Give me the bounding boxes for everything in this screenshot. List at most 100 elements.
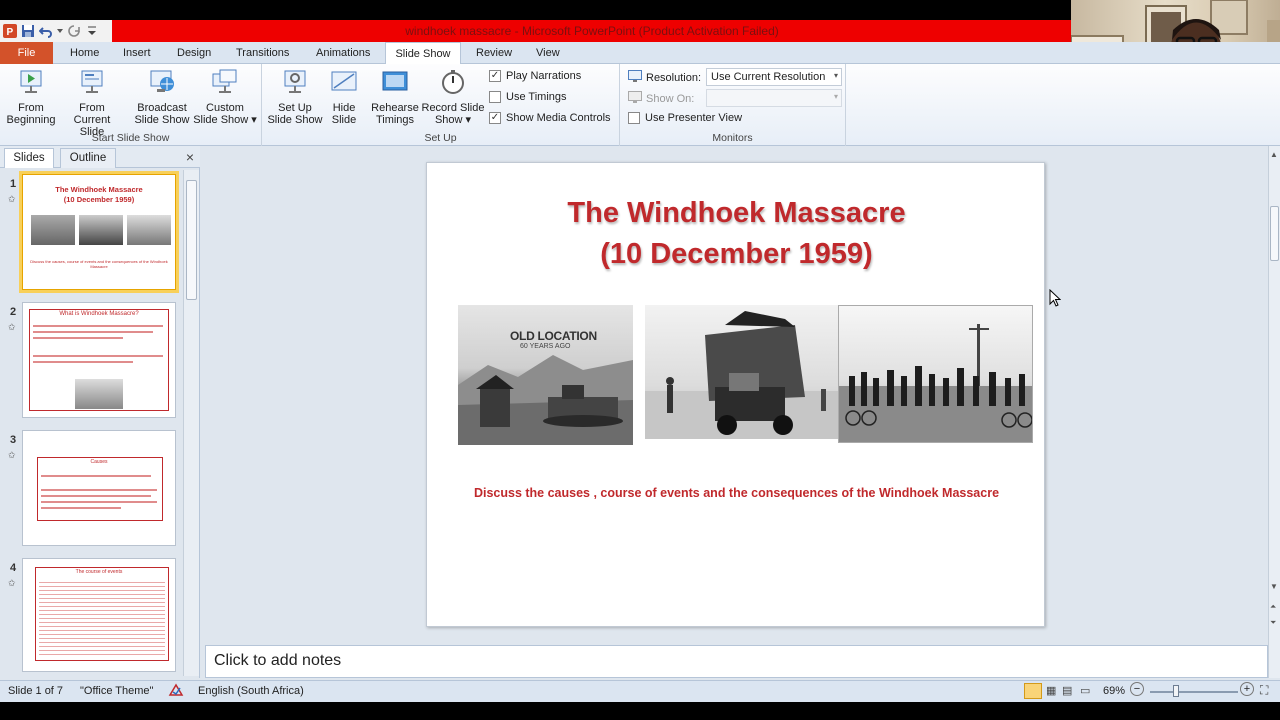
svg-text:P: P bbox=[7, 27, 14, 38]
custom-slide-show-button[interactable]: Custom Slide Show ▾ bbox=[193, 68, 257, 126]
show-on-row: Show On: bbox=[628, 91, 694, 106]
show-on-icon bbox=[628, 91, 642, 106]
normal-view-icon[interactable] bbox=[1024, 683, 1042, 699]
transition-star-icon: ✩ bbox=[8, 450, 16, 460]
transition-star-icon: ✩ bbox=[8, 322, 16, 332]
show-media-controls-checkbox[interactable]: ✓ Show Media Controls bbox=[489, 112, 611, 124]
scroll-down-icon[interactable]: ▼ bbox=[1270, 582, 1278, 591]
slide-photo-truck[interactable] bbox=[645, 305, 839, 439]
zoom-level[interactable]: 69% bbox=[1103, 685, 1125, 697]
fit-slide-icon[interactable]: ⛶ bbox=[1260, 683, 1268, 698]
slide-number: 4 bbox=[10, 562, 17, 574]
tab-insert[interactable]: Insert bbox=[121, 42, 153, 64]
rehearse-timings-icon bbox=[381, 68, 409, 96]
rehearse-timings-button[interactable]: Rehearse Timings bbox=[370, 68, 420, 126]
custom-label-1: Custom bbox=[206, 102, 244, 114]
hide-slide-button[interactable]: Hide Slide bbox=[327, 68, 361, 126]
thumbnails-scroll-thumb[interactable] bbox=[186, 180, 197, 300]
thumbnails-scrollbar[interactable] bbox=[183, 170, 199, 676]
tab-slide-show[interactable]: Slide Show bbox=[385, 42, 461, 65]
customize-qat-icon[interactable] bbox=[85, 24, 99, 38]
tab-view[interactable]: View bbox=[534, 42, 562, 64]
use-timings-label: Use Timings bbox=[506, 91, 567, 103]
tab-outline[interactable]: Outline bbox=[60, 148, 116, 168]
hide-slide-icon bbox=[330, 68, 358, 96]
slide-photo-old-location[interactable]: OLD LOCATION 60 YEARS AGO bbox=[458, 305, 633, 445]
group-name-set-up: Set Up bbox=[424, 132, 457, 144]
show-media-controls-label: Show Media Controls bbox=[506, 112, 611, 124]
slide-sorter-icon[interactable]: ▦ bbox=[1046, 684, 1056, 697]
from-beginning-label-2: Beginning bbox=[6, 114, 56, 126]
photo-caption-2: 60 YEARS AGO bbox=[520, 343, 571, 350]
scroll-up-icon[interactable]: ▲ bbox=[1270, 150, 1278, 159]
resolution-dropdown[interactable]: Use Current Resolution ▾ bbox=[706, 68, 842, 86]
from-beginning-label-1: From bbox=[18, 102, 44, 114]
tab-home[interactable]: Home bbox=[68, 42, 101, 64]
language[interactable]: English (South Africa) bbox=[198, 685, 304, 697]
slide-show-view-icon[interactable]: ▭ bbox=[1080, 684, 1090, 697]
close-pane-icon[interactable]: × bbox=[186, 149, 194, 165]
editor-scrollbar[interactable]: ▲ ▼ ⏶ ⏷ bbox=[1268, 146, 1280, 678]
record-slide-show-button[interactable]: Record Slide Show ▾ bbox=[420, 68, 486, 126]
status-bar: Slide 1 of 7 "Office Theme" English (Sou… bbox=[0, 680, 1280, 702]
window-title: windhoek massacre - Microsoft PowerPoint… bbox=[405, 24, 779, 38]
notes-placeholder: Click to add notes bbox=[214, 652, 342, 669]
redo-icon[interactable] bbox=[67, 24, 81, 38]
reading-view-icon[interactable]: ▤ bbox=[1062, 684, 1072, 697]
undo-dropdown-icon[interactable] bbox=[57, 24, 63, 38]
slides-pane: Slides Outline × 1 ✩ The Windhoek Massac… bbox=[0, 146, 200, 678]
slide-title-line-1[interactable]: The Windhoek Massacre bbox=[427, 197, 1046, 230]
save-icon[interactable] bbox=[21, 24, 35, 38]
powerpoint-window: P windhoek massacre - Microsoft PowerPoi… bbox=[0, 0, 1280, 720]
pane-tabs: Slides Outline × bbox=[0, 146, 200, 168]
thumb-title: The Windhoek Massacre bbox=[55, 185, 143, 194]
undo-icon[interactable] bbox=[39, 24, 53, 38]
slide-subtitle[interactable]: Discuss the causes , course of events an… bbox=[427, 486, 1046, 500]
zoom-slider-thumb[interactable] bbox=[1173, 685, 1179, 697]
resolution-row: Resolution: bbox=[628, 70, 701, 85]
tab-animations[interactable]: Animations bbox=[314, 42, 372, 64]
editor-scroll-thumb[interactable] bbox=[1270, 206, 1279, 261]
tab-file[interactable]: File bbox=[0, 42, 53, 64]
tab-slides[interactable]: Slides bbox=[4, 148, 54, 168]
broadcast-slide-show-button[interactable]: Broadcast Slide Show bbox=[131, 68, 193, 126]
thumb-title: What is Windhoek Massacre? bbox=[59, 311, 139, 317]
previous-slide-icon[interactable]: ⏶ bbox=[1270, 602, 1276, 612]
mouse-cursor-icon bbox=[1049, 288, 1062, 307]
show-on-dropdown[interactable]: ▾ bbox=[706, 89, 842, 107]
thumb-photo-3 bbox=[127, 215, 171, 245]
show-on-label: Show On: bbox=[646, 92, 695, 105]
presenter-view-check bbox=[628, 112, 640, 124]
hide-label-1: Hide bbox=[332, 102, 356, 114]
notes-pane[interactable]: Click to add notes bbox=[205, 645, 1268, 678]
thumb-title-2: (10 December 1959) bbox=[63, 195, 135, 204]
resolution-icon bbox=[628, 70, 642, 85]
play-narrations-label: Play Narrations bbox=[506, 70, 582, 82]
transition-star-icon: ✩ bbox=[8, 194, 16, 204]
current-slide[interactable]: The Windhoek Massacre (10 December 1959)… bbox=[426, 162, 1045, 627]
zoom-out-button[interactable]: − bbox=[1130, 682, 1144, 696]
transition-star-icon: ✩ bbox=[8, 578, 16, 588]
tab-transitions[interactable]: Transitions bbox=[234, 42, 291, 64]
set-up-slide-show-button[interactable]: Set Up Slide Show bbox=[265, 68, 325, 126]
spell-check-icon[interactable] bbox=[168, 683, 184, 700]
thumbnail-image: The course of events bbox=[22, 558, 176, 672]
group-name-start-slide-show: Start Slide Show bbox=[91, 132, 170, 144]
theme-name[interactable]: "Office Theme" bbox=[80, 685, 153, 697]
use-timings-checkbox[interactable]: Use Timings bbox=[489, 91, 567, 103]
use-presenter-view-checkbox[interactable]: Use Presenter View bbox=[628, 112, 742, 124]
slide-title-line-2[interactable]: (10 December 1959) bbox=[427, 238, 1046, 271]
tab-design[interactable]: Design bbox=[175, 42, 213, 64]
bottom-black-bar bbox=[0, 702, 1280, 720]
play-narrations-checkbox[interactable]: ✓ Play Narrations bbox=[489, 70, 581, 82]
zoom-slider-track[interactable] bbox=[1150, 691, 1238, 693]
slide-photo-crowd[interactable] bbox=[838, 305, 1033, 443]
from-current-slide-button[interactable]: From Current Slide bbox=[60, 68, 124, 138]
next-slide-icon[interactable]: ⏷ bbox=[1270, 618, 1276, 628]
zoom-in-button[interactable]: + bbox=[1240, 682, 1254, 696]
from-beginning-button[interactable]: From Beginning bbox=[2, 68, 60, 126]
show-on-chevron-icon: ▾ bbox=[833, 92, 838, 101]
tab-review[interactable]: Review bbox=[474, 42, 514, 64]
powerpoint-logo-icon[interactable]: P bbox=[3, 24, 17, 38]
slide-number: 1 bbox=[10, 178, 17, 190]
